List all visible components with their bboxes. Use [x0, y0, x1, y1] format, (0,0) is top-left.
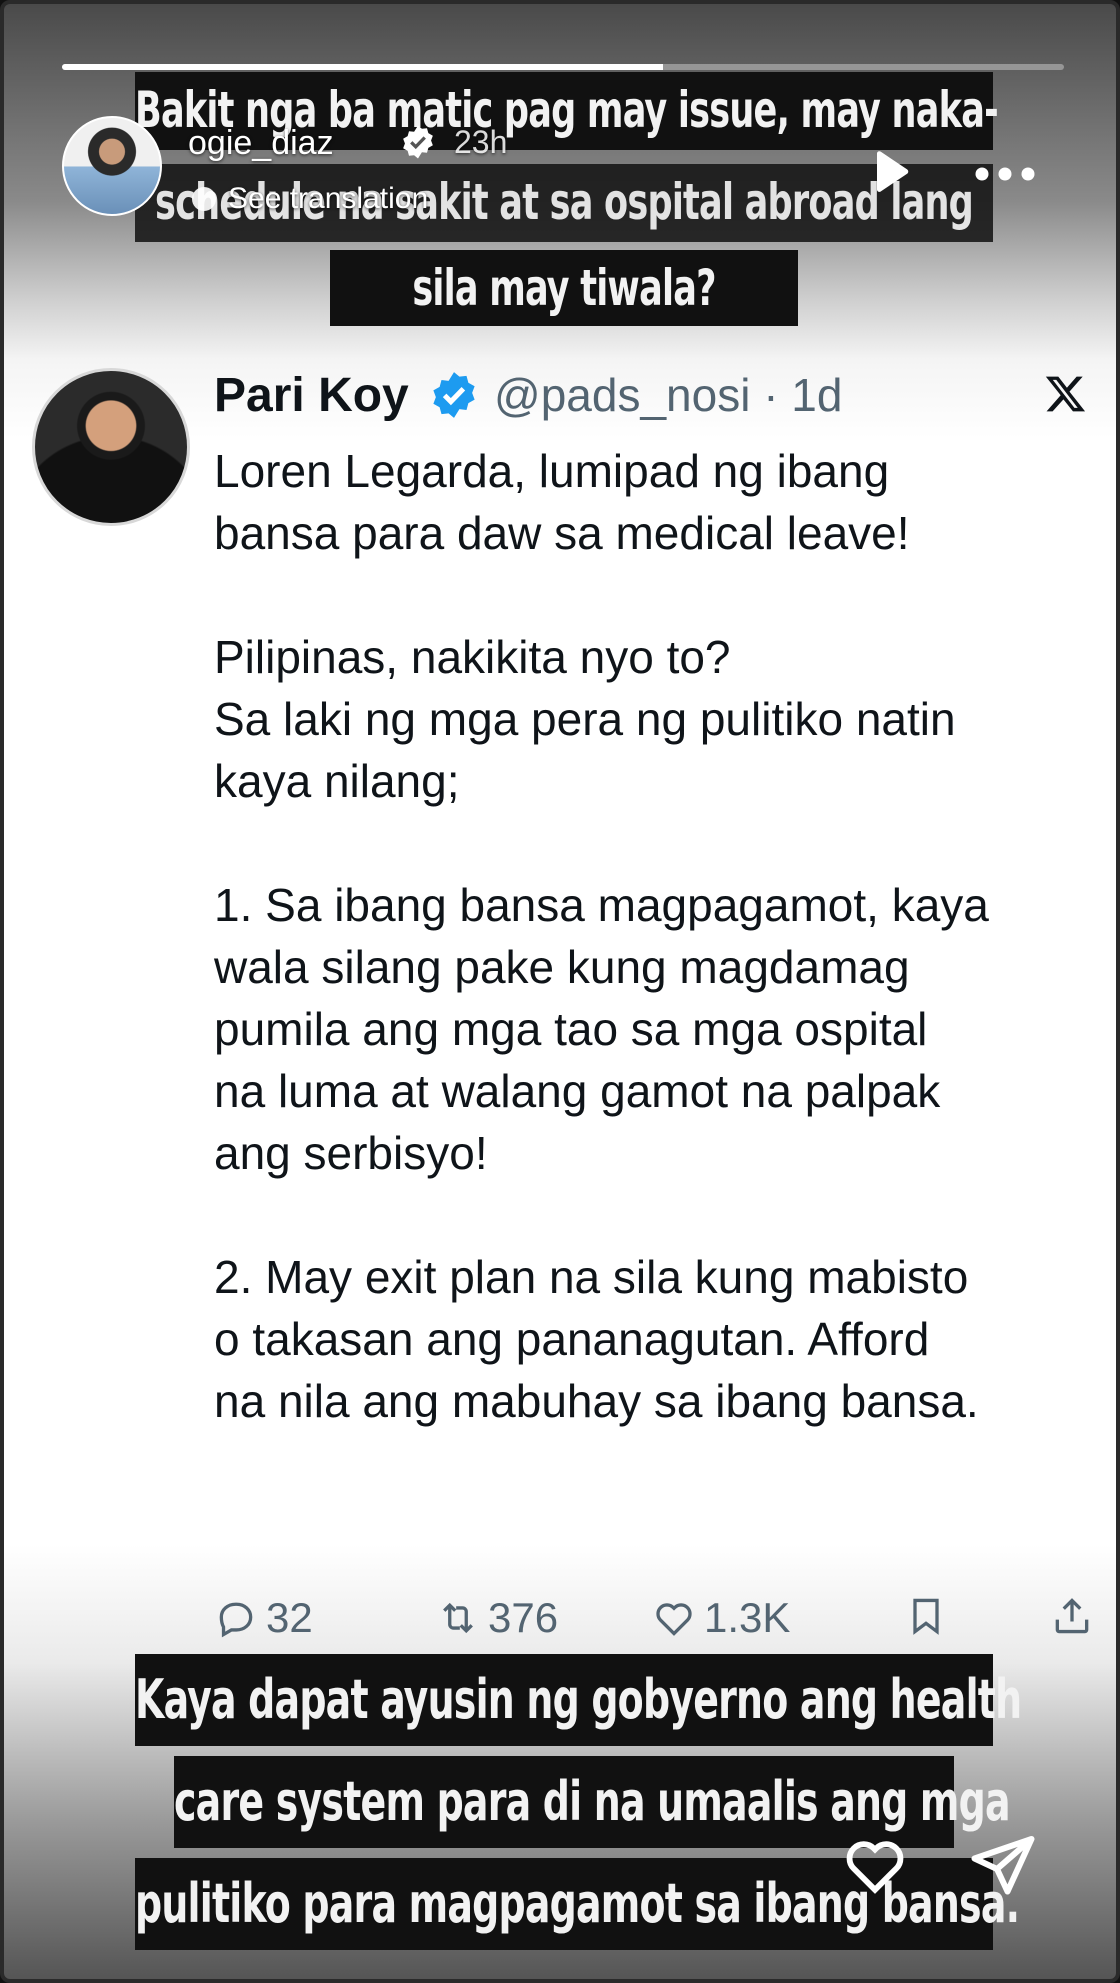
share-icon — [1055, 1598, 1089, 1634]
reply-icon — [219, 1602, 253, 1638]
verified-badge-icon — [433, 372, 475, 418]
caption-bottom-line-2: care system para di na umaalis ang mga — [174, 1756, 1011, 1848]
heart-icon[interactable] — [838, 1830, 912, 1900]
story-progress-bar — [62, 64, 1064, 70]
play-icon[interactable] — [864, 146, 916, 198]
like-icon — [656, 1603, 692, 1636]
story-username[interactable]: ogie_diaz — [188, 124, 334, 163]
repost-count: 376 — [488, 1594, 559, 1641]
tweet-avatar[interactable] — [32, 368, 190, 526]
x-logo-icon — [1045, 376, 1086, 412]
tweet-text: Loren Legarda, lumipad ng ibang bansa pa… — [214, 445, 989, 1427]
tweet-card: Pari Koy @pads_nosi · 1d Loren Legarda, … — [24, 354, 1104, 1654]
see-translation-link[interactable]: See translation — [192, 182, 428, 216]
translate-icon — [192, 187, 216, 211]
repost-icon — [443, 1602, 473, 1634]
repost-button[interactable]: 376 — [436, 1594, 558, 1642]
reply-button[interactable]: 32 — [214, 1594, 313, 1642]
like-button[interactable]: 1.3K — [652, 1594, 790, 1642]
see-translation-label: See translation — [228, 182, 429, 215]
verified-icon — [403, 125, 433, 159]
bookmark-icon — [913, 1598, 939, 1635]
tweet-handle-time[interactable]: @pads_nosi · 1d — [494, 368, 842, 422]
reply-count: 32 — [266, 1594, 313, 1641]
bookmark-button[interactable] — [904, 1594, 948, 1638]
caption-top-line-3: sila may tiwala? — [330, 250, 798, 326]
tweet-actions: 32 376 1.3K — [214, 1594, 1094, 1654]
send-icon[interactable] — [966, 1830, 1040, 1902]
story-timestamp: 23h — [454, 124, 508, 160]
story-progress-fill — [62, 64, 664, 70]
share-button[interactable] — [1050, 1594, 1094, 1638]
caption-bottom-line-1: Kaya dapat ayusin ng gobyerno ang health — [135, 1654, 1022, 1746]
tweet-author-name[interactable]: Pari Koy — [214, 368, 409, 423]
like-count: 1.3K — [704, 1594, 791, 1641]
story-avatar[interactable] — [62, 116, 162, 216]
story-header: ogie_diaz 23h See translation — [62, 116, 1064, 226]
more-icon[interactable] — [970, 154, 1040, 194]
story-viewer: Bakit nga ba matic pag may issue, may na… — [0, 0, 1120, 1983]
